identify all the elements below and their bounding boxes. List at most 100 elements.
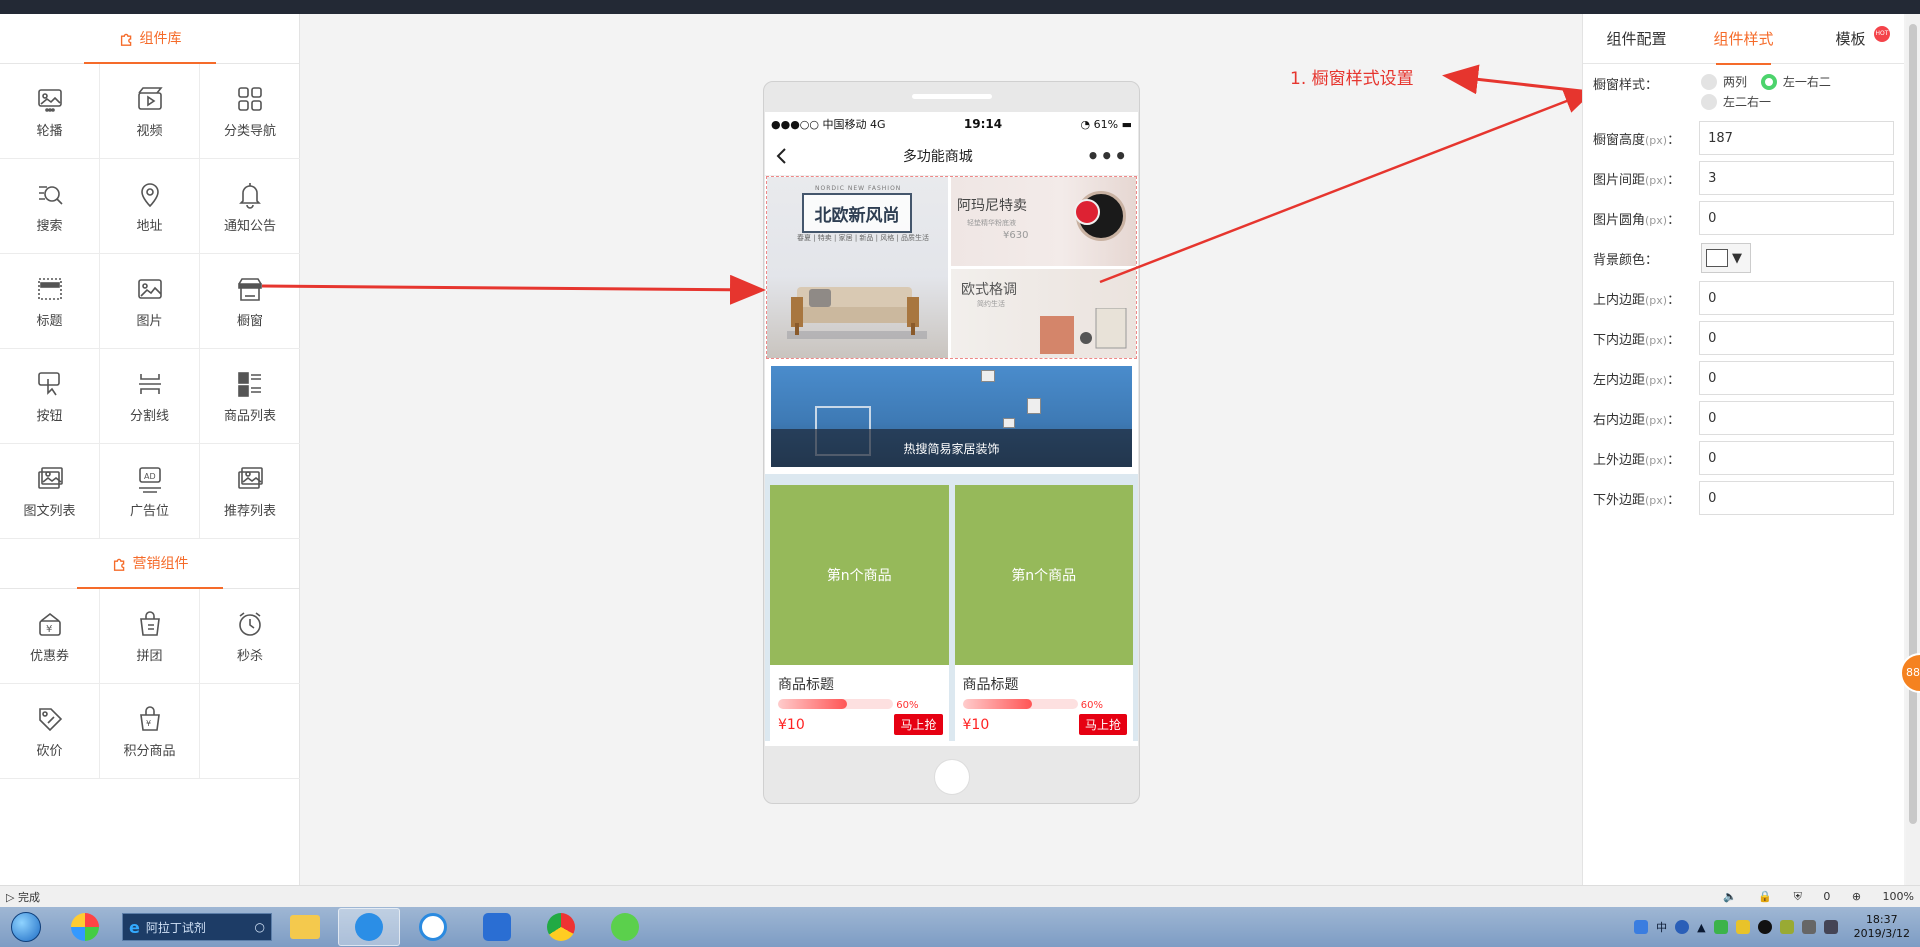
setting-input[interactable] xyxy=(1699,441,1894,475)
component-item[interactable]: ¥ 积分商品 xyxy=(100,684,200,779)
component-item[interactable]: 商品列表 xyxy=(200,349,300,444)
setting-input[interactable] xyxy=(1699,401,1894,435)
component-library-tab[interactable]: 组件库 xyxy=(83,14,216,64)
window-rt-sub: 轻垫精华粉底液 xyxy=(967,219,1016,227)
style-option-left1-right2[interactable]: 左一右二 xyxy=(1760,74,1831,90)
setting-unit: (px) xyxy=(1645,213,1668,227)
help-tray-icon[interactable] xyxy=(1675,920,1690,934)
product-title: 商品标题 xyxy=(962,677,1019,693)
app-tray-icon-1[interactable] xyxy=(1713,920,1728,934)
component-item[interactable]: 分割线 xyxy=(100,349,200,444)
setting-row: 左内边距(px)： xyxy=(1583,358,1904,398)
network-tray-icon[interactable] xyxy=(1801,920,1816,934)
scrollbar-thumb[interactable] xyxy=(1909,24,1917,824)
component-item[interactable]: 图文列表 xyxy=(0,444,100,539)
component-item[interactable]: 分类导航 xyxy=(200,64,300,159)
more-icon[interactable]: ••• xyxy=(1087,144,1128,168)
setting-unit: (px) xyxy=(1645,133,1668,147)
app-tray-icon-2[interactable] xyxy=(1735,920,1750,934)
buy-now-button[interactable]: 马上抢 xyxy=(894,714,943,735)
setting-input[interactable] xyxy=(1699,161,1894,195)
taskbar-app-chrome[interactable] xyxy=(530,908,592,946)
component-item[interactable]: 搜索 xyxy=(0,159,100,254)
component-item[interactable]: ¥ 优惠券 xyxy=(0,589,100,684)
component-item[interactable]: 推荐列表 xyxy=(200,444,300,539)
banner-caption: 热搜简易家居装饰 xyxy=(771,429,1132,467)
product-card[interactable]: 第n个商品 商品标题 60% ¥10 马上抢 xyxy=(770,485,949,741)
sale-progress: 60% xyxy=(770,696,949,712)
qq-tray-icon[interactable] xyxy=(1634,920,1649,934)
setting-label-text: 图片圆角 xyxy=(1593,212,1646,228)
bg-color-picker[interactable]: ▼ xyxy=(1701,243,1751,273)
back-icon[interactable] xyxy=(775,147,789,165)
progress-track xyxy=(962,699,1078,709)
component-item[interactable]: 砍价 xyxy=(0,684,100,779)
component-item[interactable]: 标题 xyxy=(0,254,100,349)
component-item[interactable]: 地址 xyxy=(100,159,200,254)
setting-input[interactable] xyxy=(1699,281,1894,315)
setting-row: 橱窗高度(px)： xyxy=(1583,118,1904,158)
setting-label-text: 下内边距 xyxy=(1593,332,1646,348)
marketing-tab[interactable]: 营销组件 xyxy=(76,539,223,589)
setting-input[interactable] xyxy=(1699,481,1894,515)
component-item[interactable]: 轮播 xyxy=(0,64,100,159)
tab-template[interactable]: 模板 HOT xyxy=(1797,14,1904,64)
setting-input[interactable] xyxy=(1699,121,1894,155)
search-icon xyxy=(38,185,63,205)
taskbar-clock[interactable]: 18:37 2019/3/12 xyxy=(1854,913,1910,941)
component-item-label: 商品列表 xyxy=(223,408,276,424)
tab-component-style[interactable]: 组件样式 xyxy=(1690,14,1797,65)
setting-label: 右内边距(px)： xyxy=(1593,412,1681,428)
tab-component-config[interactable]: 组件配置 xyxy=(1583,14,1690,64)
component-item[interactable]: AD 广告位 xyxy=(100,444,200,539)
taskbar-app-explorer[interactable] xyxy=(274,908,336,946)
carousel-icon xyxy=(37,88,62,112)
ime-indicator[interactable]: 中 xyxy=(1656,919,1667,935)
setting-input[interactable] xyxy=(1699,321,1894,355)
phone-screen: ●●●○○ 中国移动 4G 19:14 ◔ 61% ▬ 多功能商城 ••• NO… xyxy=(765,112,1138,746)
buy-now-button[interactable]: 马上抢 xyxy=(1078,714,1127,735)
component-item[interactable]: 图片 xyxy=(100,254,200,349)
arrow-to-window xyxy=(261,274,766,305)
component-item[interactable]: 通知公告 xyxy=(200,159,300,254)
setting-label: 下内边距(px)： xyxy=(1593,332,1681,348)
phone-home-button xyxy=(934,759,970,795)
volume-tray-icon[interactable] xyxy=(1823,920,1838,934)
taskbar-search[interactable]: e 阿拉丁试剂 ○ xyxy=(122,913,272,941)
banner-component[interactable]: 热搜简易家居装饰 xyxy=(765,359,1138,479)
component-item[interactable]: 视频 xyxy=(100,64,200,159)
taskbar-app-feiyu[interactable] xyxy=(338,908,400,946)
component-item-label: 通知公告 xyxy=(223,218,276,234)
zoom-icon[interactable]: ⊕ 100% xyxy=(1852,890,1914,903)
taskbar-app-wechat[interactable] xyxy=(594,908,656,946)
up-arrow-icon[interactable]: ▲ xyxy=(1697,921,1705,934)
start-button[interactable] xyxy=(0,907,52,947)
shield-icon[interactable]: ⛨ 0 xyxy=(1794,890,1831,903)
component-item[interactable]: 橱窗 xyxy=(200,254,300,349)
component-item[interactable]: 秒杀 xyxy=(200,589,300,684)
setting-input[interactable] xyxy=(1699,361,1894,395)
sound-icon[interactable]: 🔈 xyxy=(1723,890,1737,903)
style-option-left2-right1[interactable]: 左二右一 xyxy=(1701,94,1771,110)
shop-window-component[interactable]: NORDIC NEW FASHION 北欧新风尚 春夏 | 特卖 | 家居 | … xyxy=(766,176,1137,359)
app-tray-icon-4[interactable] xyxy=(1779,920,1794,934)
component-item[interactable]: 拼团 xyxy=(100,589,200,684)
page-scrollbar[interactable] xyxy=(1906,14,1920,885)
points-bag-icon: ¥ xyxy=(139,705,160,731)
component-item-label: 分类导航 xyxy=(223,123,276,139)
setting-input[interactable] xyxy=(1699,201,1894,235)
component-item[interactable]: 按钮 xyxy=(0,349,100,444)
taskbar-app-wps[interactable] xyxy=(466,908,528,946)
taskbar-app-sogou[interactable] xyxy=(402,908,464,946)
banner-frame-1 xyxy=(981,370,995,382)
taskbar-app-colorful[interactable] xyxy=(54,908,116,946)
button-icon xyxy=(37,371,60,395)
app-tray-icon-3[interactable] xyxy=(1757,920,1772,934)
setting-unit: (px) xyxy=(1645,373,1668,387)
style-option-two-col[interactable]: 两列 xyxy=(1701,74,1747,90)
lock-icon[interactable]: 🔒 xyxy=(1758,890,1772,903)
product-card[interactable]: 第n个商品 商品标题 60% ¥10 马上抢 xyxy=(954,485,1133,741)
window-rt-price: ¥630 xyxy=(1003,230,1029,241)
product-image: 第n个商品 xyxy=(770,485,949,665)
radio-dot xyxy=(1701,74,1717,90)
